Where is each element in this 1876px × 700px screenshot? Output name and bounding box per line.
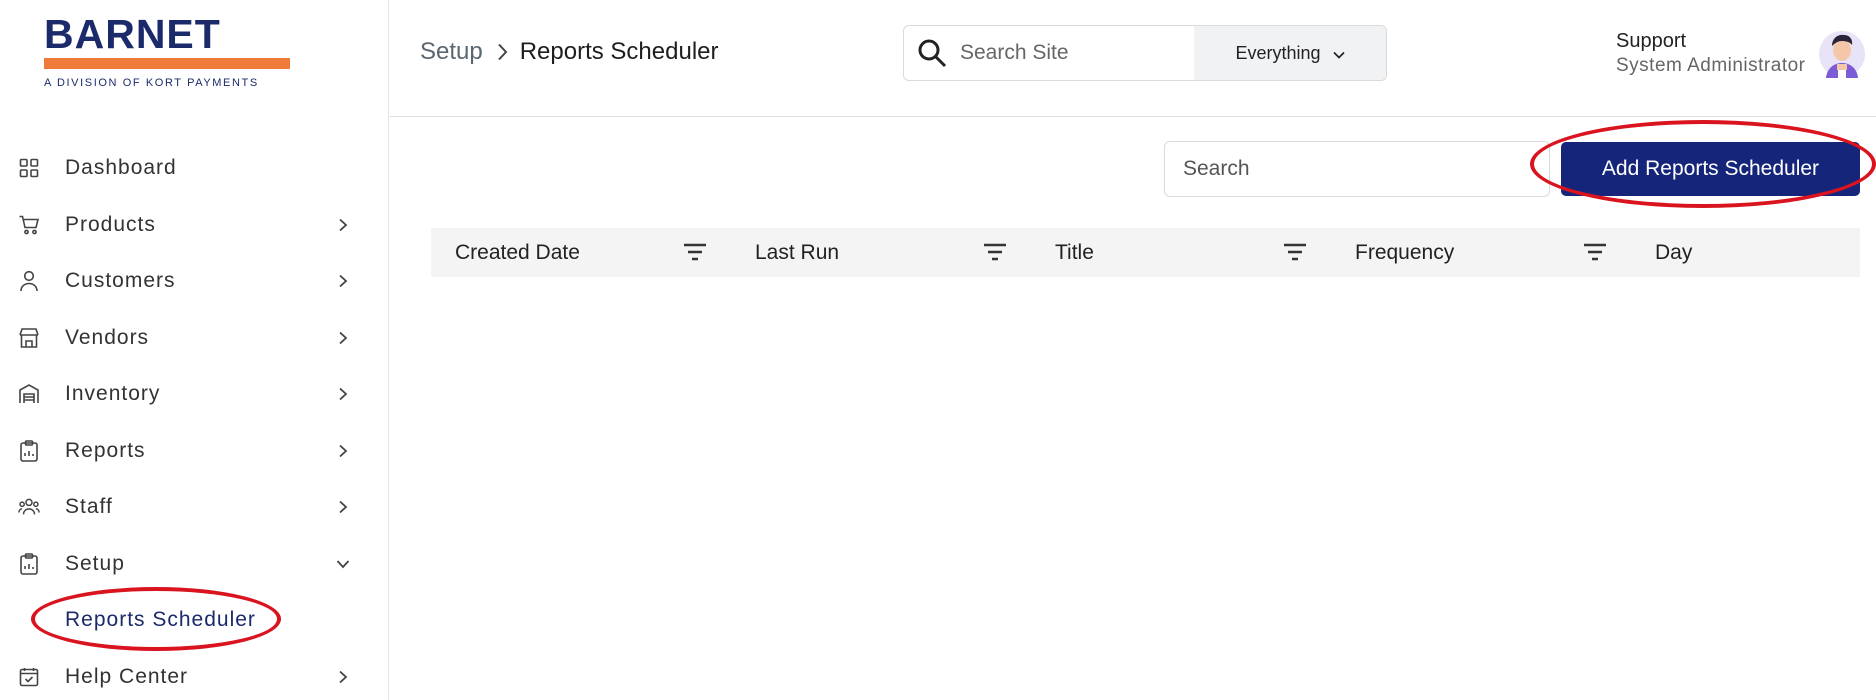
chevron-right-icon [336,444,350,458]
column-header-day[interactable]: Day [1655,228,1692,277]
sidebar-item-label: Vendors [65,325,150,349]
sidebar-item-label: Products [65,212,156,236]
sidebar-item-label: Customers [65,269,176,293]
user-role: System Administrator [1616,55,1806,76]
logo-orange-bar [44,58,290,69]
breadcrumb-setup-link[interactable]: Setup [420,38,483,66]
chevron-right-icon [336,218,350,232]
breadcrumb: Setup Reports Scheduler [420,38,719,66]
site-search-input[interactable] [960,26,1180,80]
filter-icon[interactable] [1283,242,1307,262]
sidebar-item-customers[interactable]: Customers [0,253,389,310]
sidebar: BARNET A DIVISION OF KORT PAYMENTS Dashb… [0,0,389,700]
column-label: Day [1655,240,1693,264]
sidebar-item-label: Dashboard [65,156,177,180]
grid-icon [18,157,40,179]
chevron-right-icon [336,331,350,345]
add-reports-scheduler-button[interactable]: Add Reports Scheduler [1561,142,1860,196]
sidebar-item-staff[interactable]: Staff [0,479,389,536]
column-header-frequency[interactable]: Frequency [1355,228,1454,277]
user-profile[interactable]: Support System Administrator [1616,28,1876,88]
user-name: Support [1616,30,1687,52]
chevron-down-icon [1332,43,1345,64]
filter-icon[interactable] [1583,242,1607,262]
sidebar-item-label: Setup [65,551,125,575]
sidebar-item-vendors[interactable]: Vendors [0,310,389,367]
sidebar-item-reports[interactable]: Reports [0,423,389,480]
people-icon [18,496,40,518]
column-label: Last Run [755,240,840,264]
sidebar-item-products[interactable]: Products [0,197,389,254]
chevron-right-icon [497,43,508,61]
search-scope-value: Everything [1235,42,1321,63]
column-label: Frequency [1355,240,1455,264]
sidebar-item-inventory[interactable]: Inventory [0,366,389,423]
chevron-right-icon [336,500,350,514]
column-label: Created Date [455,240,580,264]
page-title: Reports Scheduler [519,38,719,65]
filter-icon[interactable] [983,242,1007,262]
barnet-logo[interactable]: BARNET A DIVISION OF KORT PAYMENTS [44,12,290,89]
site-search-bar: Everything [903,25,1387,81]
sidebar-item-label: Help Center [65,664,189,688]
store-icon [18,327,40,349]
search-scope-dropdown[interactable]: Everything [1194,26,1386,80]
search-icon[interactable] [904,26,960,80]
cart-icon [18,214,40,236]
logo-tagline: A DIVISION OF KORT PAYMENTS [44,77,259,89]
calendar-check-icon [18,666,40,688]
clipboard-icon [18,439,40,462]
sidebar-item-setup[interactable]: Setup [0,536,389,593]
sidebar-nav: Dashboard Products Customers Vendors Inv… [0,140,389,700]
chevron-right-icon [336,387,350,401]
table-search-input[interactable] [1164,141,1550,197]
column-header-created-date[interactable]: Created Date [455,228,580,277]
chevron-right-icon [336,670,350,684]
person-icon [18,270,40,292]
sidebar-subitem-label: Reports Scheduler [65,608,256,632]
chevron-right-icon [336,274,350,288]
table-header: Created Date Last Run Title Frequency Da… [431,228,1860,277]
top-header: Setup Reports Scheduler Everything Suppo… [390,0,1876,117]
sidebar-subitem-reports-scheduler[interactable]: Reports Scheduler [0,592,389,649]
sidebar-item-help-center[interactable]: Help Center [0,649,389,700]
avatar[interactable] [1818,28,1866,80]
sidebar-item-label: Inventory [65,382,161,406]
warehouse-icon [18,383,40,405]
column-header-title[interactable]: Title [1055,228,1094,277]
clipboard-icon [18,552,40,575]
column-label: Title [1055,240,1094,264]
column-header-last-run[interactable]: Last Run [755,228,839,277]
filter-icon[interactable] [683,242,707,262]
chevron-down-icon [336,557,350,571]
sidebar-item-label: Reports [65,438,146,462]
logo-wordmark: BARNET [44,11,221,57]
sidebar-item-dashboard[interactable]: Dashboard [0,140,389,197]
sidebar-item-label: Staff [65,495,113,519]
